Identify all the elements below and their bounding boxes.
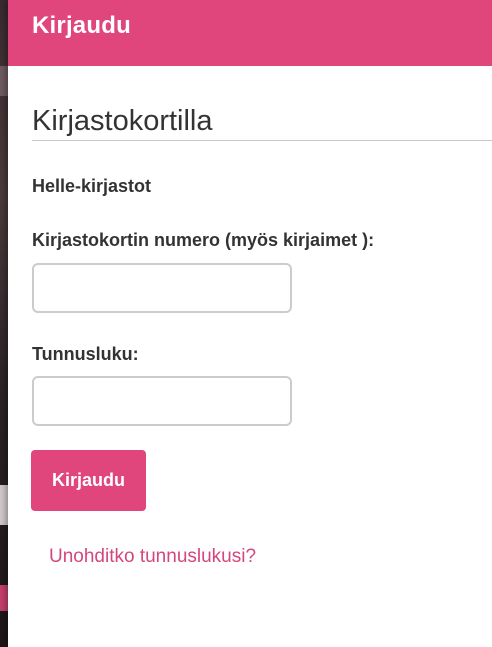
modal-title: Kirjaudu xyxy=(32,12,131,39)
section-title: Kirjastokortilla xyxy=(32,104,492,141)
pin-label: Tunnusluku: xyxy=(32,344,139,364)
modal-header: Kirjaudu xyxy=(8,0,492,66)
pin-input[interactable] xyxy=(32,376,292,426)
login-modal: Kirjaudu Kirjastokortilla Helle-kirjasto… xyxy=(8,0,492,647)
library-name: Helle-kirjastot xyxy=(32,176,152,196)
login-button[interactable]: Kirjaudu xyxy=(31,450,146,511)
card-number-label: Kirjastokortin numero (myös kirjaimet ): xyxy=(32,230,375,250)
forgot-pin-link[interactable]: Unohditko tunnuslukusi? xyxy=(49,546,256,568)
card-number-input[interactable] xyxy=(32,263,292,313)
